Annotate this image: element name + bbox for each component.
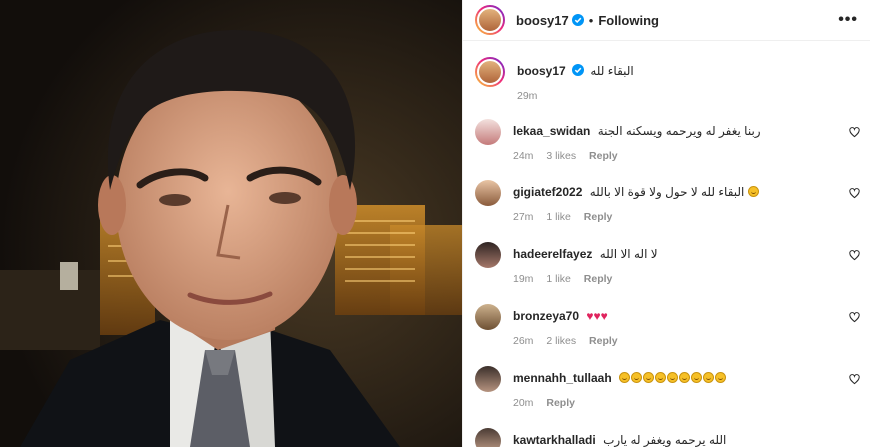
heart-outline-icon[interactable] (849, 374, 860, 385)
comment-item: lekaa_swidan ربنا يغفر له ويرحمه ويسكنه … (475, 119, 862, 164)
commenter-username[interactable]: bronzeya70 (513, 309, 579, 323)
comment-item: hadeerelfayez لا اله الا الله 19m 1 like… (475, 242, 862, 287)
comment-meta: 19m 1 like Reply (513, 271, 862, 287)
reply-button[interactable]: Reply (589, 150, 618, 162)
commenter-avatar[interactable] (475, 304, 501, 330)
comment-meta: 24m 3 likes Reply (513, 148, 862, 164)
sad-face-emoji-icon (747, 186, 759, 197)
more-options-icon[interactable]: ••• (838, 11, 858, 29)
heart-outline-icon[interactable] (849, 188, 860, 199)
comment-likes[interactable]: 2 likes (546, 335, 576, 347)
commenter-avatar[interactable] (475, 119, 501, 145)
heart-outline-icon[interactable] (849, 312, 860, 323)
portrait-photo (0, 0, 462, 447)
commenter-username[interactable]: hadeerelfayez (513, 247, 592, 261)
commenter-username[interactable]: kawtarkhalladi (513, 433, 596, 447)
sad-face-emoji-icon (655, 372, 667, 383)
comment-time: 19m (513, 273, 534, 285)
sad-face-emoji-icon (715, 372, 727, 383)
comment-time: 27m (513, 211, 534, 223)
reply-button[interactable]: Reply (589, 335, 618, 347)
comment-meta: 27m 1 like Reply (513, 209, 862, 225)
comment-meta: 26m 2 likes Reply (513, 333, 862, 349)
reply-button[interactable]: Reply (546, 397, 575, 409)
author-username[interactable]: boosy17 (516, 13, 569, 28)
commenter-username[interactable]: lekaa_swidan (513, 124, 590, 138)
heart-outline-icon[interactable] (849, 250, 860, 261)
comment-time: 20m (513, 397, 534, 409)
sad-face-emoji-icon (643, 372, 655, 383)
comment-item: kawtarkhalladi الله يرحمه ويغفر له يارب (475, 428, 862, 447)
comment-text: ربنا يغفر له ويرحمه ويسكنه الجنة (597, 124, 761, 138)
commenter-avatar[interactable] (475, 366, 501, 392)
caption-time: 29m (517, 90, 538, 102)
comment-item: gigiatef2022 البقاء لله لا حول ولا قوة ا… (475, 180, 862, 225)
caption-username[interactable]: boosy17 (517, 64, 566, 78)
caption-author-avatar[interactable] (475, 57, 505, 87)
sad-face-emoji-icon (679, 372, 691, 383)
comment-likes[interactable]: 1 like (546, 273, 571, 285)
verified-badge-icon (571, 14, 584, 26)
heart-outline-icon[interactable] (849, 127, 860, 138)
commenter-username[interactable]: gigiatef2022 (513, 185, 582, 199)
commenter-avatar[interactable] (475, 180, 501, 206)
post-details-panel: boosy17 • Following ••• boosy17 البقاء ل… (462, 0, 870, 447)
comment-likes[interactable]: 3 likes (546, 150, 576, 162)
comment-time: 24m (513, 150, 534, 162)
comment-text: البقاء لله لا حول ولا قوة الا بالله (589, 185, 745, 199)
post-header: boosy17 • Following ••• (463, 0, 870, 41)
post-image (0, 0, 462, 447)
verified-badge-icon (572, 64, 585, 76)
following-button[interactable]: Following (598, 13, 659, 28)
comment-likes[interactable]: 1 like (546, 211, 571, 223)
sad-face-emoji-icon (667, 372, 679, 383)
comment-text: لا اله الا الله (599, 247, 658, 261)
post-caption: boosy17 البقاء لله 29m (475, 57, 862, 104)
commenter-avatar[interactable] (475, 428, 501, 447)
sad-face-emoji-icon (691, 372, 703, 383)
comment-item: mennahh_tullaah 20m Reply (475, 366, 862, 411)
comment-meta: 20m Reply (513, 395, 862, 411)
red-heart-emoji-icon: ♥♥♥ (586, 309, 608, 323)
comment-time: 26m (513, 335, 534, 347)
comment-text: الله يرحمه ويغفر له يارب (603, 433, 727, 447)
commenter-username[interactable]: mennahh_tullaah (513, 371, 612, 385)
comment-item: bronzeya70 ♥♥♥ 26m 2 likes Reply (475, 304, 862, 349)
caption-meta: 29m (517, 88, 862, 104)
author-avatar[interactable] (475, 5, 505, 35)
reply-button[interactable]: Reply (584, 273, 613, 285)
separator-dot: • (588, 12, 594, 28)
caption-text: البقاء لله (590, 64, 634, 78)
reply-button[interactable]: Reply (584, 211, 613, 223)
commenter-avatar[interactable] (475, 242, 501, 268)
sad-face-emoji-icon (703, 372, 715, 383)
sad-face-emoji-icon (631, 372, 643, 383)
sad-face-emoji-icon (619, 372, 631, 383)
